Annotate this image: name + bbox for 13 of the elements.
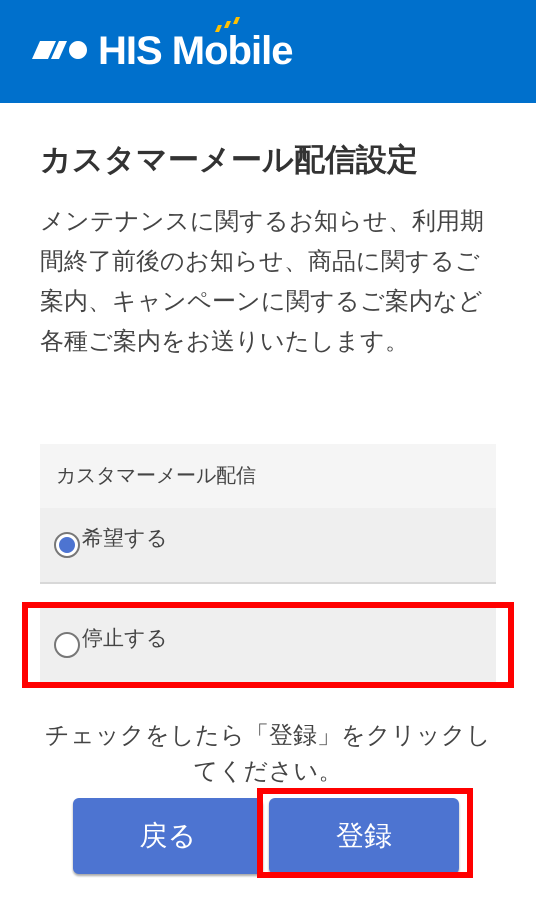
radio-button[interactable] xyxy=(54,632,80,658)
setting-label: カスタマーメール配信 xyxy=(40,444,496,508)
instruction-text: チェックをしたら「登録」をクリックしてください。 xyxy=(44,720,492,787)
radio-button[interactable] xyxy=(54,532,80,558)
option-label: 停止する xyxy=(82,626,168,652)
radio-option[interactable]: 希望する xyxy=(40,508,496,582)
option-label: 希望する xyxy=(82,526,168,552)
signal-marks-icon xyxy=(215,17,243,33)
form-button[interactable]: 登録 xyxy=(269,798,459,874)
description-text: メンテナンスに関するお知らせ、利用期間終了前後のお知らせ、商品に関するご案内、キャンペーンに関するご案内など各種ご案内をお送りいたします。 xyxy=(40,206,485,357)
page-title: カスタマーメール配信設定 xyxy=(40,141,419,179)
radio-option[interactable]: 停止する xyxy=(40,608,496,682)
logo-text: HIS Mobile xyxy=(98,29,292,73)
